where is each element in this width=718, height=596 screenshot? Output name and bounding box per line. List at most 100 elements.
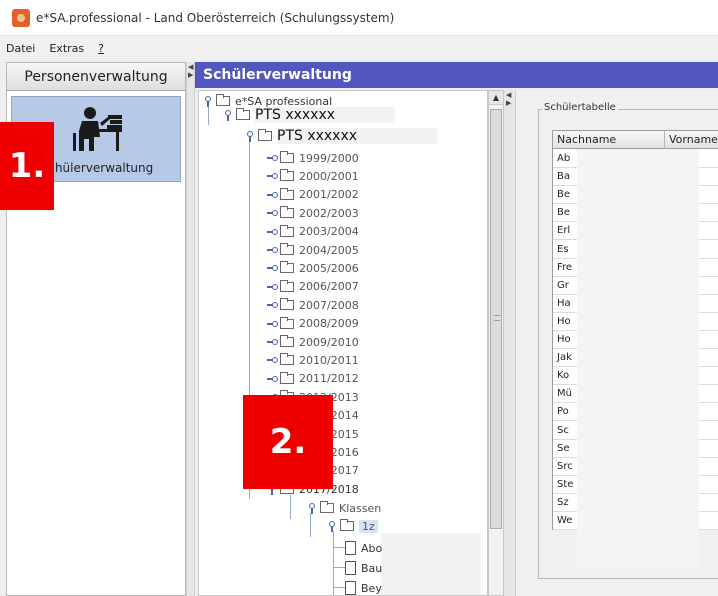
expand-toggle-icon[interactable] xyxy=(267,153,278,163)
expand-toggle-icon[interactable] xyxy=(267,337,278,347)
folder-icon xyxy=(280,316,294,329)
document-icon xyxy=(345,561,356,575)
expand-toggle-icon[interactable] xyxy=(267,171,278,181)
folder-icon xyxy=(280,261,294,274)
expand-toggle-icon[interactable] xyxy=(267,263,278,273)
window-title: e*SA.professional - Land Oberösterreich … xyxy=(36,10,395,25)
tree-label: 2011/2012 xyxy=(299,372,359,386)
expand-toggle-icon[interactable] xyxy=(267,227,278,237)
tree-label: 2007/2008 xyxy=(299,298,359,312)
tree-node-year[interactable]: 2009/2010 xyxy=(267,333,359,351)
split-right-arrow-icon[interactable]: ▶ xyxy=(188,72,194,79)
tree-leaf-student[interactable]: Bey xyxy=(345,579,382,595)
menu-help[interactable]: ? xyxy=(98,42,104,55)
expand-toggle-icon[interactable] xyxy=(267,355,278,365)
folder-icon xyxy=(280,187,294,200)
folder-icon xyxy=(258,129,272,141)
tree-label: 2008/2009 xyxy=(299,317,359,331)
folder-icon xyxy=(280,224,294,237)
collapse-toggle-icon[interactable] xyxy=(307,503,317,514)
title-bar: e*SA.professional - Land Oberösterreich … xyxy=(0,0,718,36)
tree-node-year[interactable]: 2000/2001 xyxy=(267,167,359,185)
tree-node-class-1z[interactable]: 1z xyxy=(327,517,378,535)
expand-toggle-icon[interactable] xyxy=(267,245,278,255)
folder-icon xyxy=(280,298,294,311)
column-header-nachname[interactable]: Nachname xyxy=(553,131,665,149)
cell-nachname: Ba xyxy=(557,171,570,183)
menu-bar: Datei Extras ? xyxy=(0,37,718,59)
annotation-marker-1: 1. xyxy=(0,122,54,210)
tree-node-year[interactable]: 2003/2004 xyxy=(267,223,359,241)
student-table-panel: Schülertabelle Nachname Vorname Abm-BaBe… xyxy=(516,90,718,596)
split-right-arrow-icon[interactable]: ▶ xyxy=(506,100,512,107)
collapse-toggle-icon[interactable] xyxy=(245,131,255,142)
cell-nachname: Ho xyxy=(557,315,571,327)
tree-node-year[interactable]: 2010/2011 xyxy=(267,351,359,369)
left-splitter[interactable]: ◀ ▶ xyxy=(186,62,195,596)
split-left-arrow-icon[interactable]: ◀ xyxy=(188,64,194,71)
tree-scrollbar[interactable]: ▲ xyxy=(488,90,504,596)
tree-node-year[interactable]: 2008/2009 xyxy=(267,315,359,333)
expand-toggle-icon[interactable] xyxy=(267,374,278,384)
tree-node-year[interactable]: 2004/2005 xyxy=(267,241,359,259)
tree-node-klassen[interactable]: Klassen xyxy=(307,499,381,517)
expand-toggle-icon[interactable] xyxy=(267,190,278,200)
folder-icon xyxy=(280,243,294,255)
tree-label: 2009/2010 xyxy=(299,335,359,349)
cell-nachname: Ha xyxy=(557,297,571,309)
menu-extras[interactable]: Extras xyxy=(49,42,84,55)
folder-icon xyxy=(280,279,294,292)
tree-node-year[interactable]: 2002/2003 xyxy=(267,204,359,222)
folder-icon xyxy=(280,335,294,347)
tree-leaf-student[interactable]: Bau xyxy=(345,559,382,577)
redacted-area xyxy=(577,149,699,569)
split-left-arrow-icon[interactable]: ◀ xyxy=(506,92,512,99)
tree-node-year[interactable]: 2005/2006 xyxy=(267,259,359,277)
app-logo-icon xyxy=(12,8,30,27)
expand-toggle-icon[interactable] xyxy=(267,300,278,310)
table-header: Nachname Vorname xyxy=(553,131,718,149)
tree-node-school-1[interactable]: PTS xxxxxx xyxy=(223,106,396,124)
folder-icon xyxy=(280,169,294,182)
cell-nachname: Sc xyxy=(557,424,569,436)
scroll-up-icon[interactable]: ▲ xyxy=(489,91,503,105)
collapse-toggle-icon[interactable] xyxy=(223,110,233,121)
student-desk-icon xyxy=(73,107,122,151)
collapse-toggle-icon[interactable] xyxy=(203,96,213,107)
cell-nachname: Se xyxy=(557,442,570,454)
expand-toggle-icon[interactable] xyxy=(267,319,278,329)
tree-label: PTS xxxxxx xyxy=(277,128,438,144)
tree-label: 2002/2003 xyxy=(299,206,359,220)
tree-node-school-2[interactable]: PTS xxxxxx xyxy=(245,127,438,145)
cell-nachname: Gr xyxy=(557,279,569,291)
tree-node-year[interactable]: 2011/2012 xyxy=(267,370,359,388)
scroll-thumb[interactable] xyxy=(490,109,502,529)
app-window: e*SA.professional - Land Oberösterreich … xyxy=(0,0,718,596)
collapse-toggle-icon[interactable] xyxy=(327,521,337,532)
folder-icon xyxy=(280,206,294,219)
cell-nachname: Mü xyxy=(557,388,572,400)
cell-nachname: Jak xyxy=(557,352,572,364)
menu-datei[interactable]: Datei xyxy=(6,42,35,55)
folder-icon xyxy=(320,501,334,513)
cell-nachname: Be xyxy=(557,207,571,219)
right-splitter[interactable]: ◀ ▶ xyxy=(504,90,516,596)
tree-label: Abo xyxy=(361,541,383,555)
expand-toggle-icon[interactable] xyxy=(267,282,278,292)
tree-node-year[interactable]: 2006/2007 xyxy=(267,278,359,296)
cell-nachname: Erl xyxy=(557,225,571,237)
column-header-vorname[interactable]: Vorname xyxy=(665,131,718,149)
left-panel-header[interactable]: Personenverwaltung xyxy=(7,63,185,91)
cell-nachname: Sz xyxy=(557,496,569,508)
tree-node-year[interactable]: 2001/2002 xyxy=(267,186,359,204)
cell-nachname: We xyxy=(557,515,573,526)
tree-node-year[interactable]: 2007/2008 xyxy=(267,296,359,314)
folder-icon xyxy=(236,108,250,120)
tree-leaf-student[interactable]: Abo xyxy=(345,539,382,557)
tree-node-year[interactable]: 1999/2000 xyxy=(267,149,359,167)
expand-toggle-icon[interactable] xyxy=(267,208,278,218)
tree-label: 1z xyxy=(359,519,378,533)
redacted-area xyxy=(381,533,481,595)
tree-label: 2003/2004 xyxy=(299,225,359,239)
document-icon xyxy=(345,541,356,555)
